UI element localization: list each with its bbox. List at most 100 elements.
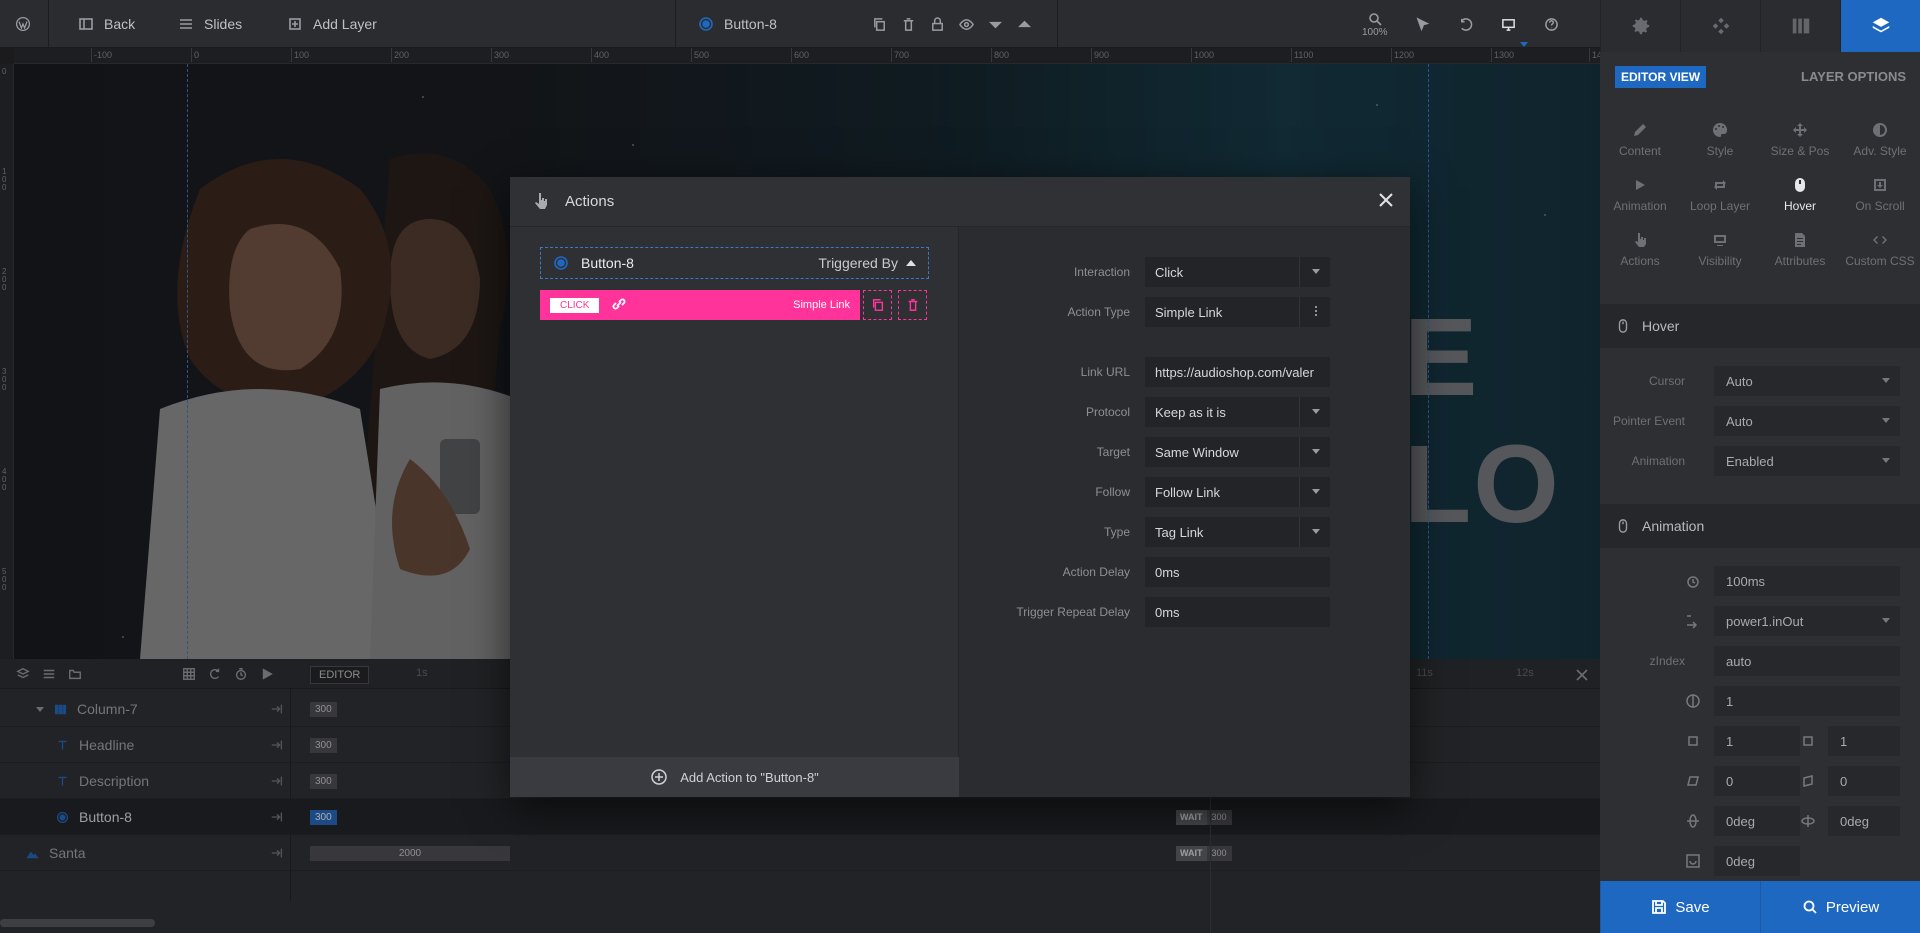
rotate-y-input[interactable]: 0deg xyxy=(1828,806,1900,836)
ease-select[interactable]: power1.inOut xyxy=(1714,606,1900,636)
save-button[interactable]: Save xyxy=(1600,881,1760,933)
option-content[interactable]: Content xyxy=(1600,122,1680,163)
scale-y-input[interactable]: 1 xyxy=(1828,726,1900,756)
action-delay-label: Action Delay xyxy=(1062,565,1130,579)
rotate-z-input[interactable]: 0deg xyxy=(1714,846,1800,876)
follow-select[interactable]: Follow Link xyxy=(1145,477,1330,507)
timeline-row[interactable]: Santa 2000 WAIT 300 xyxy=(0,835,1600,871)
duration-badge[interactable]: 300 xyxy=(310,810,337,825)
duration-badge[interactable]: 300 xyxy=(310,774,337,789)
eye-icon[interactable] xyxy=(959,17,974,32)
zoom-control[interactable]: 100% xyxy=(1362,0,1388,48)
animation-section-header[interactable]: Animation xyxy=(1600,504,1920,548)
preview-button[interactable]: Preview xyxy=(1760,881,1920,933)
move-up-icon[interactable] xyxy=(1017,17,1032,32)
align-right-icon[interactable] xyxy=(270,774,284,791)
layer-options-panel: EDITOR VIEW LAYER OPTIONS Content Style … xyxy=(1600,52,1920,881)
lock-icon[interactable] xyxy=(930,16,945,32)
interaction-select[interactable]: Click xyxy=(1145,257,1330,287)
skew-x-input[interactable]: 0 xyxy=(1714,766,1800,796)
opacity-input[interactable]: 1 xyxy=(1714,686,1900,716)
wait-marker[interactable]: WAIT 300 xyxy=(1176,846,1232,861)
close-icon[interactable] xyxy=(1376,190,1396,213)
option-visibility[interactable]: Visibility xyxy=(1680,232,1760,273)
type-select[interactable]: Tag Link xyxy=(1145,517,1330,547)
pointer-event-select[interactable]: Auto xyxy=(1714,406,1900,436)
duplicate-action-button[interactable] xyxy=(863,290,892,320)
folder-icon[interactable] xyxy=(68,667,82,681)
rotate-x-input[interactable]: 0deg xyxy=(1714,806,1800,836)
duration-input[interactable]: 100ms xyxy=(1714,566,1900,596)
option-actions[interactable]: Actions xyxy=(1600,232,1680,273)
align-right-icon[interactable] xyxy=(270,738,284,755)
editor-tag[interactable]: EDITOR xyxy=(310,666,370,684)
action-item[interactable]: CLICK Simple Link xyxy=(540,290,860,320)
back-button[interactable]: Back xyxy=(78,0,135,48)
slides-button[interactable]: Slides xyxy=(178,0,242,48)
layer-options-label[interactable]: LAYER OPTIONS xyxy=(1801,69,1906,84)
pointer-icon[interactable] xyxy=(1415,16,1430,32)
protocol-select[interactable]: Keep as it is xyxy=(1145,397,1330,427)
layers-icon[interactable] xyxy=(16,667,30,681)
triggered-by-toggle[interactable]: Triggered By xyxy=(818,255,916,271)
expand-caret-icon[interactable] xyxy=(36,706,44,712)
align-right-icon[interactable] xyxy=(270,810,284,827)
target-select[interactable]: Same Window xyxy=(1145,437,1330,467)
zindex-input[interactable]: auto xyxy=(1714,646,1900,676)
option-size-pos[interactable]: Size & Pos xyxy=(1760,122,1840,163)
loop-icon[interactable] xyxy=(208,667,222,681)
option-on-scroll[interactable]: On Scroll xyxy=(1840,177,1920,218)
cursor-select[interactable]: Auto xyxy=(1714,366,1900,396)
align-right-icon[interactable] xyxy=(270,702,284,719)
panel-footer: Save Preview xyxy=(1600,881,1920,933)
close-icon[interactable] xyxy=(1574,667,1590,683)
duration-bar[interactable]: 2000 xyxy=(310,846,510,861)
option-custom-css[interactable]: Custom CSS xyxy=(1840,232,1920,273)
tab-library[interactable] xyxy=(1760,0,1840,52)
trigger-layer-row[interactable]: Button-8 Triggered By xyxy=(540,247,929,279)
trash-icon[interactable] xyxy=(901,17,916,32)
undo-icon[interactable] xyxy=(1458,17,1473,32)
duplicate-icon[interactable] xyxy=(872,17,887,32)
align-right-icon[interactable] xyxy=(270,846,284,863)
action-delay-input[interactable]: 0ms xyxy=(1145,557,1330,587)
option-attributes[interactable]: Attributes xyxy=(1760,232,1840,273)
timer-icon[interactable] xyxy=(234,667,248,681)
timeline-row-selected[interactable]: Button-8 300 WAIT 300 xyxy=(0,799,1600,835)
current-layer-name[interactable]: Button-8 xyxy=(698,0,777,48)
tab-layers[interactable] xyxy=(1840,0,1920,52)
link-url-input[interactable]: https://audioshop.com/valer xyxy=(1145,357,1330,387)
wait-marker[interactable]: WAIT 300 xyxy=(1176,810,1232,825)
wordpress-logo-icon[interactable] xyxy=(15,0,31,48)
scale-x-input[interactable]: 1 xyxy=(1714,726,1800,756)
list-icon[interactable] xyxy=(42,667,56,681)
option-style[interactable]: Style xyxy=(1680,122,1760,163)
option-hover[interactable]: Hover xyxy=(1760,177,1840,218)
duration-badge[interactable]: 300 xyxy=(310,702,337,717)
option-loop-layer[interactable]: Loop Layer xyxy=(1680,177,1760,218)
hover-section-header[interactable]: Hover xyxy=(1600,304,1920,348)
skew-y-input[interactable]: 0 xyxy=(1828,766,1900,796)
rotate-z-icon xyxy=(1685,853,1701,872)
ruler-tick: 900 xyxy=(1090,48,1110,62)
help-icon[interactable] xyxy=(1544,17,1559,32)
move-down-icon[interactable] xyxy=(988,17,1003,32)
option-adv-style[interactable]: Adv. Style xyxy=(1840,122,1920,163)
timeline-scrollbar[interactable] xyxy=(0,919,155,927)
play-icon[interactable] xyxy=(260,667,274,681)
option-animation[interactable]: Animation xyxy=(1600,177,1680,218)
delete-action-button[interactable] xyxy=(898,290,927,320)
desktop-icon[interactable] xyxy=(1501,17,1516,32)
tab-settings[interactable] xyxy=(1600,0,1680,52)
editor-view-button[interactable]: EDITOR VIEW xyxy=(1615,66,1707,88)
gamepad-icon xyxy=(1712,17,1729,35)
trigger-repeat-delay-input[interactable]: 0ms xyxy=(1145,597,1330,627)
animation-select[interactable]: Enabled xyxy=(1714,446,1900,476)
trigger-layer-name: Button-8 xyxy=(581,255,634,271)
grid-icon[interactable] xyxy=(182,667,196,681)
tab-navigation[interactable] xyxy=(1680,0,1760,52)
add-action-button[interactable]: Add Action to "Button-8" xyxy=(510,757,959,797)
action-type-select[interactable]: Simple Link xyxy=(1145,297,1330,327)
duration-badge[interactable]: 300 xyxy=(310,738,337,753)
add-layer-button[interactable]: Add Layer xyxy=(287,0,377,48)
